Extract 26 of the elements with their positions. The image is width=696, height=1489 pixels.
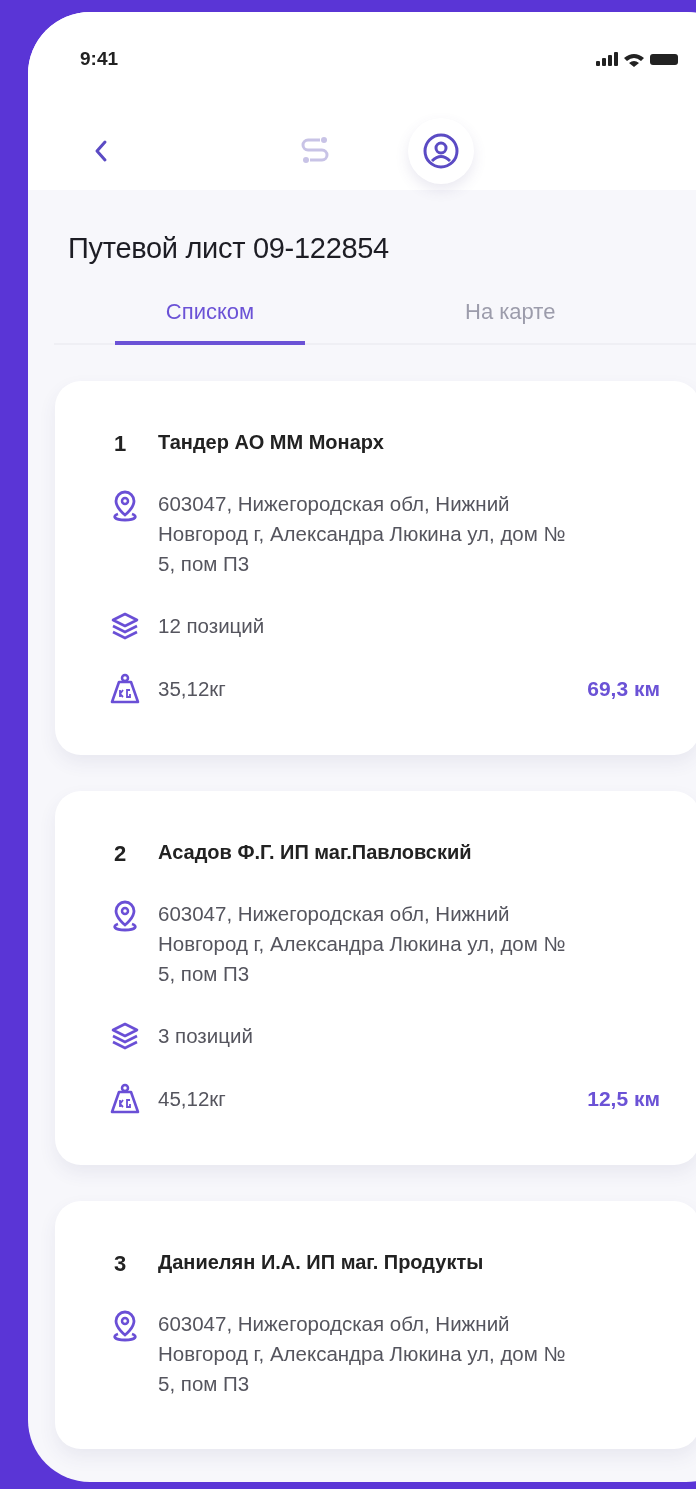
delivery-card[interactable]: 3 Даниелян И.А. ИП маг. Продукты 603047, Нижегородская обл, Нижний Новгород г, Александра Люкина ул, дом № 5, пом П3: [55, 1201, 696, 1449]
tab[interactable]: Списком: [115, 289, 305, 345]
stop-name: Даниелян И.А. ИП маг. Продукты: [158, 1251, 484, 1274]
page-title: Путевой лист 09-122854: [68, 232, 390, 265]
stop-name: Асадов Ф.Г. ИП маг.Павловский: [158, 841, 472, 864]
cargo-weight: 45,12кг: [158, 1086, 227, 1112]
stop-address: 603047, Нижегородская обл, Нижний Новгород г, Александра Люкина ул, дом № 5, пом П3: [158, 901, 567, 987]
stop-name: Тандер АО ММ Монарх: [158, 431, 384, 454]
signal-icon: [596, 51, 618, 67]
stop-address: 603047, Нижегородская обл, Нижний Новгород г, Александра Люкина ул, дом № 5, пом П3: [158, 491, 567, 577]
delivery-card[interactable]: 1 Тандер АО ММ Монарх 603047, Нижегородская обл, Нижний Новгород г, Александра Люкина ул, дом № 5, пом П3 12 позиций 35,12кг 69,3 км: [55, 381, 696, 755]
stop-number: 1: [113, 431, 128, 457]
stop-address: 603047, Нижегородская обл, Нижний Новгород г, Александра Люкина ул, дом № 5, пом П3: [158, 1311, 567, 1397]
status-time: 9:41: [80, 48, 119, 70]
battery-icon: [650, 53, 678, 65]
cargo-weight: 35,12кг: [158, 676, 227, 702]
positions-count: 3 позиций: [158, 1023, 254, 1049]
distance: 69,3 км: [587, 677, 660, 701]
wifi-icon: [624, 51, 644, 67]
back-icon[interactable]: [94, 139, 108, 163]
positions-count: 12 позиций: [158, 613, 266, 639]
profile-icon: [422, 132, 460, 170]
delivery-card[interactable]: 2 Асадов Ф.Г. ИП маг.Павловский 603047, Нижегородская обл, Нижний Новгород г, Александра Люкина ул, дом № 5, пом П3 3 позиций 45,12кг 12,5 км: [55, 791, 696, 1165]
stop-number: 2: [113, 841, 128, 867]
stop-number: 3: [113, 1251, 128, 1277]
distance: 12,5 км: [587, 1087, 660, 1111]
